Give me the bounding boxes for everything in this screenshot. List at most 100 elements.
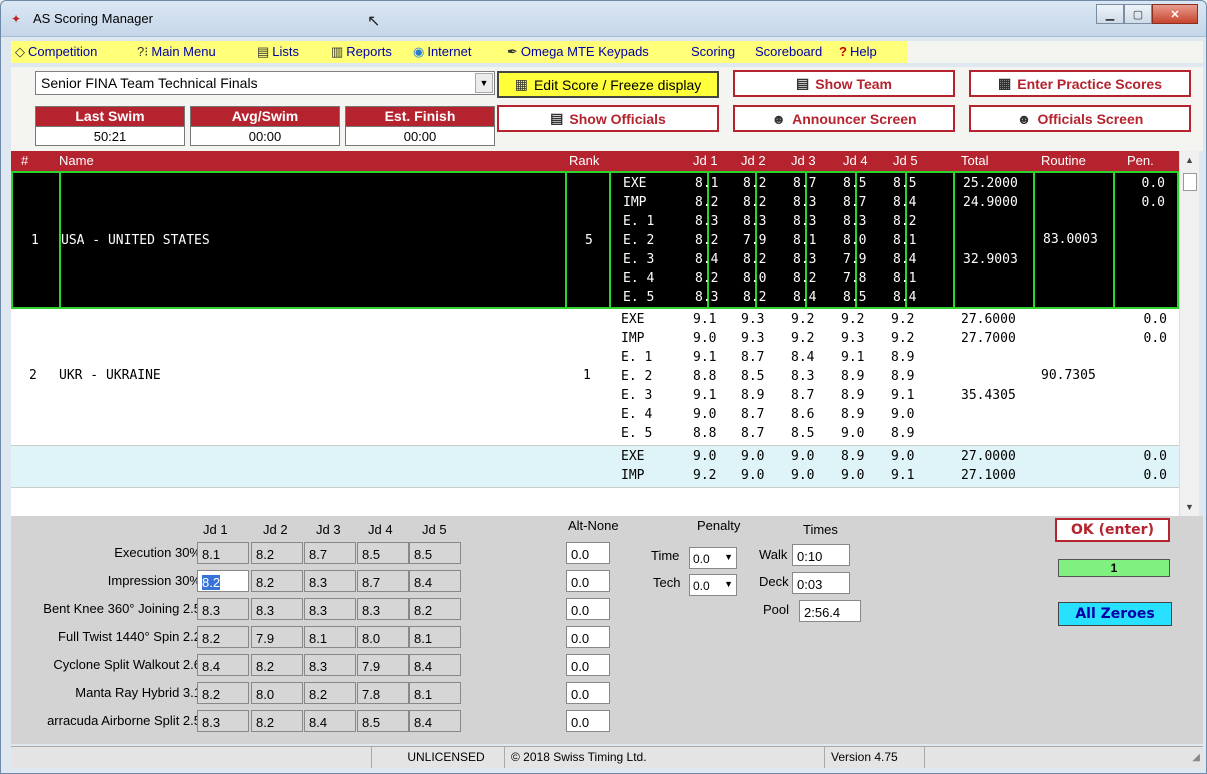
judge-score-value: 8.3 (202, 715, 221, 730)
judge-score-field[interactable]: 8.0 (357, 626, 409, 648)
scroll-down-icon[interactable]: ▼ (1185, 502, 1194, 512)
element-label: E. 3 (621, 388, 653, 403)
judge-score-field[interactable]: 8.5 (357, 542, 409, 564)
score-row: E. 3 9.1 8.9 8.7 8.9 9.1 35.4305 (11, 387, 1179, 406)
team-block[interactable]: 1 USA - UNITED STATES 5 EXE 8.1 8.2 8.7 8.5 8.5 2… (11, 171, 1179, 309)
judge-score-field[interactable]: 8.3 (197, 598, 249, 620)
event-select[interactable]: Senior FINA Team Technical Finals ▼ (35, 71, 495, 95)
judge-score-value: 8.7 (309, 547, 328, 562)
alt-none-field[interactable]: 0.0 (566, 710, 610, 732)
judge-score: 9.2 (693, 468, 717, 483)
judge-score-field[interactable]: 8.2 (251, 710, 303, 732)
menu-lists[interactable]: ▤ Lists (257, 44, 299, 60)
judge-score: 8.0 (743, 271, 767, 286)
judge-score-field[interactable]: 7.9 (357, 654, 409, 676)
enter-practice-scores-button[interactable]: ▦ Enter Practice Scores (969, 70, 1191, 97)
judge-score: 8.9 (841, 407, 865, 422)
alt-none-field[interactable]: 0.0 (566, 542, 610, 564)
judge-score-field[interactable]: 8.4 (304, 710, 356, 732)
judge-score-field[interactable]: 8.4 (197, 654, 249, 676)
scroll-up-icon[interactable]: ▲ (1185, 155, 1194, 165)
judge-score-field[interactable]: 7.8 (357, 682, 409, 704)
penalty-time-select[interactable]: 0.0 ▼ (689, 547, 737, 569)
title-bar[interactable]: ✦ AS Scoring Manager ↖ ▁ ▢ ✕ (1, 1, 1206, 37)
menu-reports[interactable]: ▥ Reports (331, 44, 392, 60)
judge-score-field[interactable]: 8.2 (197, 626, 249, 648)
entry-header-jd2: Jd 2 (263, 522, 288, 537)
question-tree-icon: ?⁝ (137, 44, 149, 59)
judge-score: 8.3 (791, 369, 815, 384)
judge-score-field[interactable]: 8.4 (409, 710, 461, 732)
show-officials-button[interactable]: ▤ Show Officials (497, 105, 719, 132)
alt-none-field[interactable]: 0.0 (566, 570, 610, 592)
judge-score-field[interactable]: 8.5 (409, 542, 461, 564)
edit-score-button[interactable]: ▦ Edit Score / Freeze display (497, 71, 719, 98)
walk-time-field[interactable]: 0:10 (792, 544, 850, 566)
all-zeroes-button[interactable]: All Zeroes (1058, 602, 1172, 626)
judge-score-field[interactable]: 8.5 (357, 710, 409, 732)
maximize-button[interactable]: ▢ (1124, 4, 1152, 24)
pool-time-field[interactable]: 2:56.4 (799, 600, 861, 622)
element-label: EXE (621, 312, 645, 327)
judge-score-field[interactable]: 8.3 (304, 598, 356, 620)
judge-score-field[interactable]: 8.2 (409, 598, 461, 620)
judge-score: 8.1 (893, 233, 917, 248)
judge-score-field[interactable]: 8.2 (251, 654, 303, 676)
col-jd1: Jd 1 (693, 153, 718, 168)
menu-omega-keypads[interactable]: ✒ Omega MTE Keypads (507, 44, 649, 60)
menu-scoreboard[interactable]: Scoreboard (755, 44, 822, 59)
alt-none-field[interactable]: 0.0 (566, 654, 610, 676)
judge-score-field[interactable]: 8.3 (357, 598, 409, 620)
judge-score-field[interactable]: 8.3 (251, 598, 303, 620)
judge-score-field[interactable]: 7.9 (251, 626, 303, 648)
alt-none-field[interactable]: 0.0 (566, 682, 610, 704)
judge-score-field[interactable]: 8.1 (409, 682, 461, 704)
judge-score-field[interactable]: 8.1 (197, 542, 249, 564)
chevron-down-icon[interactable]: ▼ (475, 73, 493, 93)
judge-score-field[interactable]: 8.3 (304, 654, 356, 676)
judge-score-field[interactable]: 8.2 (251, 570, 303, 592)
alt-none-field[interactable]: 0.0 (566, 598, 610, 620)
judge-score-field[interactable]: 8.4 (409, 654, 461, 676)
judge-score-value: 8.2 (256, 575, 275, 590)
menu-help[interactable]: ? Help (839, 44, 877, 59)
judge-score-field[interactable]: 8.1 (409, 626, 461, 648)
judge-score-field[interactable]: 8.2 (197, 682, 249, 704)
menu-internet[interactable]: ◉ Internet (413, 44, 471, 60)
penalty-tech-select[interactable]: 0.0 ▼ (689, 574, 737, 596)
judge-score-field[interactable]: 8.2 (251, 542, 303, 564)
judge-score-field[interactable]: 8.1 (304, 626, 356, 648)
alt-none-field[interactable]: 0.0 (566, 626, 610, 648)
penalty-time-label: Time (651, 548, 680, 563)
element-label: E. 1 (623, 214, 655, 229)
team-block[interactable]: 2 UKR - UKRAINE 1 EXE 9.1 9.3 9.2 9.2 9.2 27.6000… (11, 309, 1179, 446)
judge-score-field[interactable]: 8.7 (304, 542, 356, 564)
menu-main-menu[interactable]: ?⁝ Main Menu (137, 44, 216, 60)
show-team-button[interactable]: ▤ Show Team (733, 70, 955, 97)
judge-score-field[interactable]: 8.2 (304, 682, 356, 704)
judge-score-field[interactable]: 8.7 (357, 570, 409, 592)
judge-score-field[interactable]: 8.0 (251, 682, 303, 704)
minimize-button[interactable]: ▁ (1096, 4, 1124, 24)
judge-score: 8.7 (741, 407, 765, 422)
scroll-thumb[interactable] (1183, 173, 1197, 191)
judge-score: 8.3 (743, 214, 767, 229)
judge-score: 9.1 (693, 388, 717, 403)
team-block[interactable]: EXE 9.0 9.0 9.0 8.9 9.0 27.0000 0.0 IMP 9.2 9.0 9.0… (11, 446, 1179, 488)
judge-score-field[interactable]: 8.4 (409, 570, 461, 592)
judge-score-field[interactable]: 8.3 (197, 710, 249, 732)
deck-time-field[interactable]: 0:03 (792, 572, 850, 594)
judge-score: 9.0 (891, 407, 915, 422)
grid-scrollbar[interactable]: ▲ ▼ (1179, 151, 1199, 516)
score-row: E. 3 8.4 8.2 8.3 7.9 8.4 32.9003 (13, 251, 1177, 270)
judge-score-field[interactable]: 8.2 (197, 570, 249, 592)
menu-competition[interactable]: ◇ Competition (15, 44, 97, 60)
resize-grip-icon[interactable]: ◢ (1192, 752, 1200, 763)
close-button[interactable]: ✕ (1152, 4, 1198, 24)
element-label: IMP (623, 195, 647, 210)
ok-button[interactable]: OK (enter) (1055, 518, 1170, 542)
officials-screen-button[interactable]: ☻ Officials Screen (969, 105, 1191, 132)
announcer-screen-button[interactable]: ☻ Announcer Screen (733, 105, 955, 132)
judge-score-field[interactable]: 8.3 (304, 570, 356, 592)
menu-scoring[interactable]: Scoring (691, 44, 735, 59)
